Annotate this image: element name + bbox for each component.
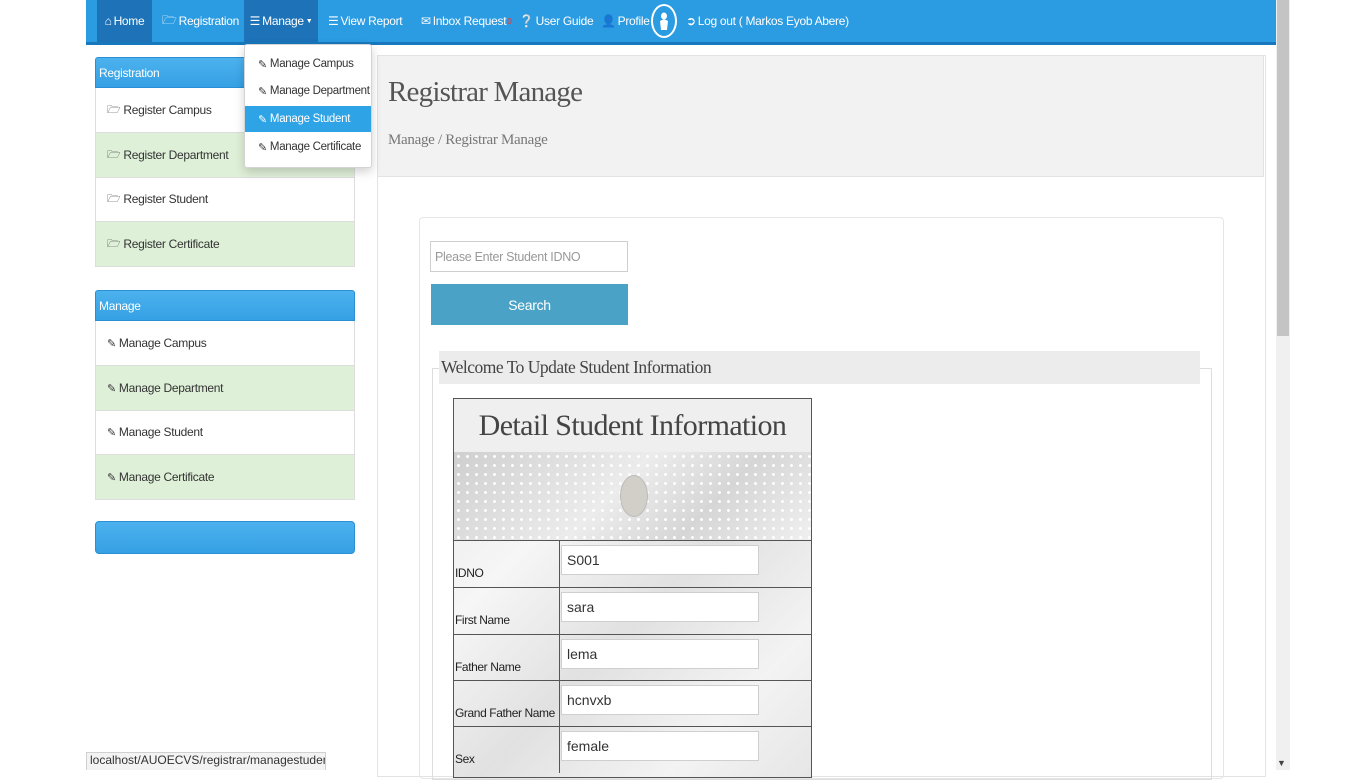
sidebar-item-register-certificate[interactable]: 🗁 Register Certificate — [95, 222, 355, 267]
nav-logout[interactable]: ➲ Log out ( Markos Eyob Abere) — [686, 0, 849, 42]
nav-user-guide[interactable]: ❔ User Guide — [519, 0, 594, 42]
edit-check-icon: ✎ — [107, 471, 116, 484]
folder-open-icon: 🗁 — [107, 192, 121, 205]
edit-check-icon: ✎ — [258, 141, 267, 154]
edit-check-icon: ✎ — [107, 337, 116, 350]
detail-title: Detail Student Information — [454, 399, 811, 452]
nav-user-guide-label: User Guide — [535, 14, 594, 28]
edit-check-icon: ✎ — [258, 58, 267, 71]
field-label: First Name — [454, 588, 560, 634]
sidebar-manage-title: Manage — [99, 298, 141, 313]
dropdown-item-manage-student[interactable]: ✎ Manage Student — [245, 106, 371, 132]
nav-profile-label: Profile — [617, 14, 650, 28]
edit-check-icon: ✎ — [258, 113, 267, 126]
avatar-icon — [651, 4, 677, 38]
folder-open-icon: 🗁 — [162, 12, 177, 27]
sidebar-registration-title: Registration — [99, 65, 160, 80]
question-circle-icon: ❔ — [519, 14, 534, 28]
user-icon: 👤 — [601, 14, 616, 28]
sidebar-item-manage-department[interactable]: ✎ Manage Department — [95, 366, 355, 411]
page-header — [377, 55, 1264, 177]
nav-inbox-request[interactable]: ✉ Inbox Request 0 — [421, 0, 512, 42]
nav-manage[interactable]: ☰ Manage ▼ — [244, 0, 318, 42]
browser-status-bar: localhost/AUOECVS/registrar/managestuden… — [86, 752, 326, 770]
field-label: Father Name — [454, 635, 560, 681]
table-row: Father Name lema — [454, 634, 811, 681]
edit-check-icon: ✎ — [258, 85, 267, 98]
nav-manage-label: Manage — [262, 14, 304, 28]
dropdown-item-label: Manage Department — [269, 85, 370, 97]
sidebar-item-label: Manage Campus — [118, 336, 207, 350]
search-input[interactable] — [430, 241, 628, 272]
home-icon: ⌂ — [104, 14, 112, 28]
dropdown-item-label: Manage Certificate — [269, 141, 362, 153]
nav-registration-label: Registration — [178, 14, 240, 28]
university-logo-icon — [620, 475, 648, 517]
table-row: IDNO S001 — [454, 540, 811, 587]
idno-field[interactable]: S001 — [561, 545, 759, 575]
edit-check-icon: ✎ — [107, 382, 116, 395]
nav-inbox-label: Inbox Request — [432, 14, 507, 28]
nav-home[interactable]: ⌂ Home — [97, 0, 152, 42]
sidebar-item-label: Manage Department — [118, 381, 224, 395]
grand-father-name-field[interactable]: hcnvxb — [561, 685, 759, 715]
table-row: Grand Father Name hcnvxb — [454, 680, 811, 727]
scrollbar-thumb[interactable] — [1277, 0, 1289, 336]
dropdown-item-manage-certificate[interactable]: ✎ Manage Certificate — [245, 134, 371, 160]
manage-dropdown-menu: ✎ Manage Campus ✎ Manage Department ✎ Ma… — [244, 44, 372, 168]
student-photo-area — [454, 452, 811, 540]
field-label: Grand Father Name — [454, 681, 560, 727]
sidebar-blank-panel — [95, 521, 355, 554]
sidebar-item-label: Manage Student — [118, 425, 203, 439]
sidebar-item-label: Register Campus — [123, 103, 212, 117]
sidebar-item-manage-certificate[interactable]: ✎ Manage Certificate — [95, 455, 355, 500]
dropdown-item-label: Manage Campus — [269, 58, 354, 70]
caret-down-icon: ▼ — [305, 17, 313, 25]
fieldset-legend: Welcome To Update Student Information — [439, 351, 1200, 384]
sidebar-item-label: Register Certificate — [123, 237, 220, 251]
detail-student-table: Detail Student Information IDNO S001 Fir… — [453, 398, 812, 778]
scroll-down-icon[interactable]: ▼ — [1277, 758, 1286, 768]
table-row: Sex female — [454, 726, 811, 773]
table-row: First Name sara — [454, 587, 811, 634]
nav-profile[interactable]: 👤 Profile — [601, 0, 650, 42]
dropdown-item-manage-campus[interactable]: ✎ Manage Campus — [245, 51, 371, 77]
edit-check-icon: ✎ — [107, 426, 116, 439]
sidebar-item-label: Manage Certificate — [118, 470, 215, 484]
breadcrumb: Manage / Registrar Manage — [388, 132, 548, 148]
search-button[interactable]: Search — [431, 284, 628, 325]
nav-home-label: Home — [113, 14, 145, 28]
page-title: Registrar Manage — [388, 76, 583, 108]
nav-view-report-label: View Report — [340, 14, 403, 28]
envelope-icon: ✉ — [421, 14, 431, 28]
sidebar-item-label: Register Student — [123, 192, 208, 206]
dropdown-item-manage-department[interactable]: ✎ Manage Department — [245, 78, 371, 104]
nav-registration[interactable]: 🗁 Registration — [162, 0, 239, 42]
folder-open-icon: 🗁 — [107, 103, 121, 116]
sidebar-manage-header: Manage — [95, 290, 355, 321]
list-icon: ☰ — [328, 14, 339, 28]
folder-open-icon: 🗁 — [107, 148, 121, 161]
sex-field[interactable]: female — [561, 731, 759, 761]
father-name-field[interactable]: lema — [561, 639, 759, 669]
sidebar-item-manage-campus[interactable]: ✎ Manage Campus — [95, 321, 355, 366]
sidebar-item-label: Register Department — [123, 148, 229, 162]
field-label: Sex — [454, 727, 560, 773]
folder-open-icon: 🗁 — [107, 237, 121, 250]
logout-icon: ➲ — [686, 14, 696, 28]
first-name-field[interactable]: sara — [561, 592, 759, 622]
sidebar-item-manage-student[interactable]: ✎ Manage Student — [95, 410, 355, 455]
sidebar-item-register-student[interactable]: 🗁 Register Student — [95, 177, 355, 222]
stack-icon: ☰ — [249, 14, 261, 28]
nav-avatar[interactable] — [651, 0, 677, 42]
field-label: IDNO — [454, 541, 560, 587]
dropdown-item-label: Manage Student — [269, 113, 351, 125]
nav-view-report[interactable]: ☰ View Report — [328, 0, 403, 42]
nav-logout-label: Log out ( Markos Eyob Abere) — [697, 14, 849, 28]
inbox-badge: 0 — [507, 16, 512, 26]
